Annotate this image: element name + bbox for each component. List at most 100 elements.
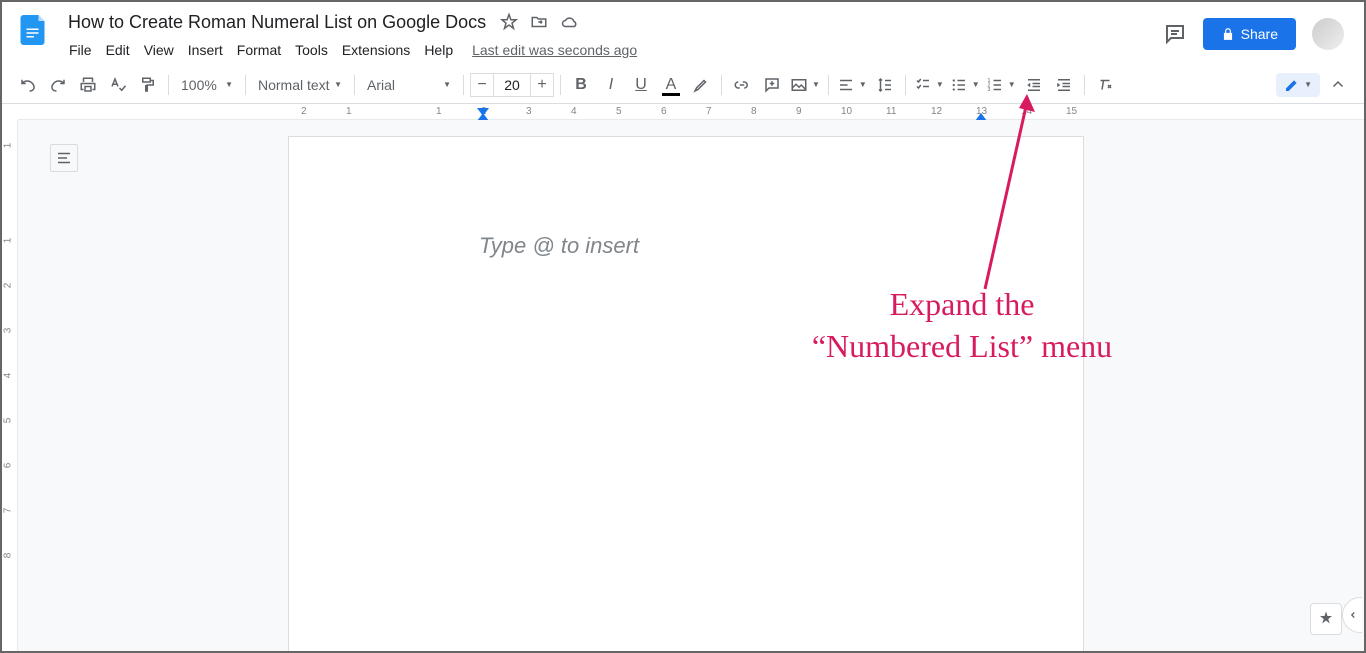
separator	[168, 75, 169, 95]
chevron-down-icon: ▼	[972, 80, 980, 89]
menu-file[interactable]: File	[62, 38, 99, 62]
last-edit-link[interactable]: Last edit was seconds ago	[472, 42, 637, 58]
ruler-tick-label: 7	[2, 508, 13, 514]
outline-toggle-icon[interactable]	[50, 144, 78, 172]
align-button[interactable]: ▼	[835, 71, 869, 99]
ruler-tick-label: 14	[1021, 106, 1032, 117]
document-title[interactable]: How to Create Roman Numeral List on Goog…	[62, 10, 492, 35]
paint-format-button[interactable]	[134, 71, 162, 99]
comment-history-icon[interactable]	[1163, 22, 1187, 46]
ruler-tick-label: 1	[346, 106, 352, 117]
font-size-control: − +	[470, 73, 554, 97]
menu-view[interactable]: View	[137, 38, 181, 62]
font-value: Arial	[367, 77, 395, 93]
separator	[560, 75, 561, 95]
share-label: Share	[1241, 26, 1278, 42]
chevron-down-icon: ▼	[936, 80, 944, 89]
increase-indent-button[interactable]	[1050, 71, 1078, 99]
style-value: Normal text	[258, 77, 330, 93]
font-size-input[interactable]	[494, 73, 530, 97]
font-size-decrease[interactable]: −	[470, 73, 494, 97]
vertical-ruler[interactable]: 1 1 2 3 4 5 6 7 8	[2, 120, 18, 651]
horizontal-ruler[interactable]: 21123456789101112131415	[18, 104, 1364, 120]
ruler-tick-label: 8	[751, 106, 757, 117]
text-color-button[interactable]: A	[657, 71, 685, 99]
chevron-down-icon: ▼	[1304, 80, 1312, 89]
ruler-tick-label: 1	[436, 106, 442, 117]
chevron-down-icon: ▼	[334, 80, 342, 89]
svg-text:3: 3	[987, 87, 990, 93]
ruler-tick-label: 1	[2, 143, 13, 149]
print-button[interactable]	[74, 71, 102, 99]
separator	[463, 75, 464, 95]
ruler-tick-label: 6	[2, 463, 13, 469]
highlight-button[interactable]	[687, 71, 715, 99]
image-button[interactable]: ▼	[788, 71, 822, 99]
editing-mode-button[interactable]: ▼	[1276, 73, 1320, 97]
cloud-icon[interactable]	[560, 13, 580, 31]
ruler-tick-label: 7	[706, 106, 712, 117]
paragraph-style-dropdown[interactable]: Normal text ▼	[252, 71, 348, 99]
share-button[interactable]: Share	[1203, 18, 1296, 50]
ruler-tick-label: 5	[616, 106, 622, 117]
zoom-dropdown[interactable]: 100% ▼	[175, 71, 239, 99]
menu-insert[interactable]: Insert	[181, 38, 230, 62]
explore-button[interactable]	[1310, 603, 1342, 635]
redo-button[interactable]	[44, 71, 72, 99]
separator	[245, 75, 246, 95]
ruler-tick-label: 9	[796, 106, 802, 117]
italic-button[interactable]: I	[597, 71, 625, 99]
collapse-toolbar-button[interactable]	[1324, 71, 1352, 99]
underline-button[interactable]: U	[627, 71, 655, 99]
font-size-increase[interactable]: +	[530, 73, 554, 97]
ruler-tick-label: 1	[2, 238, 13, 244]
workspace: 1 1 2 3 4 5 6 7 8 Type @ to insert	[2, 120, 1364, 651]
chevron-down-icon: ▼	[812, 80, 820, 89]
header: How to Create Roman Numeral List on Goog…	[2, 2, 1364, 66]
chevron-down-icon: ▼	[225, 80, 233, 89]
chevron-down-icon: ▼	[1008, 80, 1016, 89]
clear-format-button[interactable]	[1091, 71, 1119, 99]
decrease-indent-button[interactable]	[1020, 71, 1048, 99]
separator	[905, 75, 906, 95]
numbered-list-button[interactable]: 123▼	[984, 71, 1018, 99]
ruler-tick-label: 3	[2, 328, 13, 334]
checklist-button[interactable]: ▼	[912, 71, 946, 99]
comment-button[interactable]	[758, 71, 786, 99]
ruler-tick-label: 15	[1066, 106, 1077, 117]
spellcheck-button[interactable]	[104, 71, 132, 99]
separator	[721, 75, 722, 95]
ruler-tick-label: 2	[2, 283, 13, 289]
ruler-tick-label: 10	[841, 106, 852, 117]
zoom-value: 100%	[181, 77, 217, 93]
separator	[828, 75, 829, 95]
ruler-tick-label: 8	[2, 553, 13, 559]
line-spacing-button[interactable]	[871, 71, 899, 99]
menu-edit[interactable]: Edit	[99, 38, 137, 62]
link-button[interactable]	[728, 71, 756, 99]
ruler-tick-label: 5	[2, 418, 13, 424]
font-dropdown[interactable]: Arial ▼	[361, 71, 457, 99]
star-icon[interactable]	[500, 13, 518, 31]
ruler-tick-label: 11	[886, 106, 896, 117]
ruler-tick-label: 6	[661, 106, 667, 117]
menu-format[interactable]: Format	[230, 38, 288, 62]
user-avatar[interactable]	[1312, 18, 1344, 50]
chevron-down-icon: ▼	[859, 80, 867, 89]
menu-tools[interactable]: Tools	[288, 38, 335, 62]
move-icon[interactable]	[530, 13, 548, 31]
menu-help[interactable]: Help	[417, 38, 460, 62]
ruler-tick-label: 4	[2, 373, 13, 379]
ruler-tick-label: 4	[571, 106, 577, 117]
bold-button[interactable]: B	[567, 71, 595, 99]
document-page[interactable]: Type @ to insert	[288, 136, 1084, 651]
bulleted-list-button[interactable]: ▼	[948, 71, 982, 99]
ruler-tick-label: 12	[931, 106, 942, 117]
undo-button[interactable]	[14, 71, 42, 99]
document-canvas[interactable]: Type @ to insert	[18, 120, 1364, 651]
docs-logo[interactable]	[14, 10, 54, 50]
chevron-down-icon: ▼	[443, 80, 451, 89]
title-area: How to Create Roman Numeral List on Goog…	[62, 10, 1163, 64]
ruler-tick-label: 2	[301, 106, 307, 117]
menu-extensions[interactable]: Extensions	[335, 38, 417, 62]
